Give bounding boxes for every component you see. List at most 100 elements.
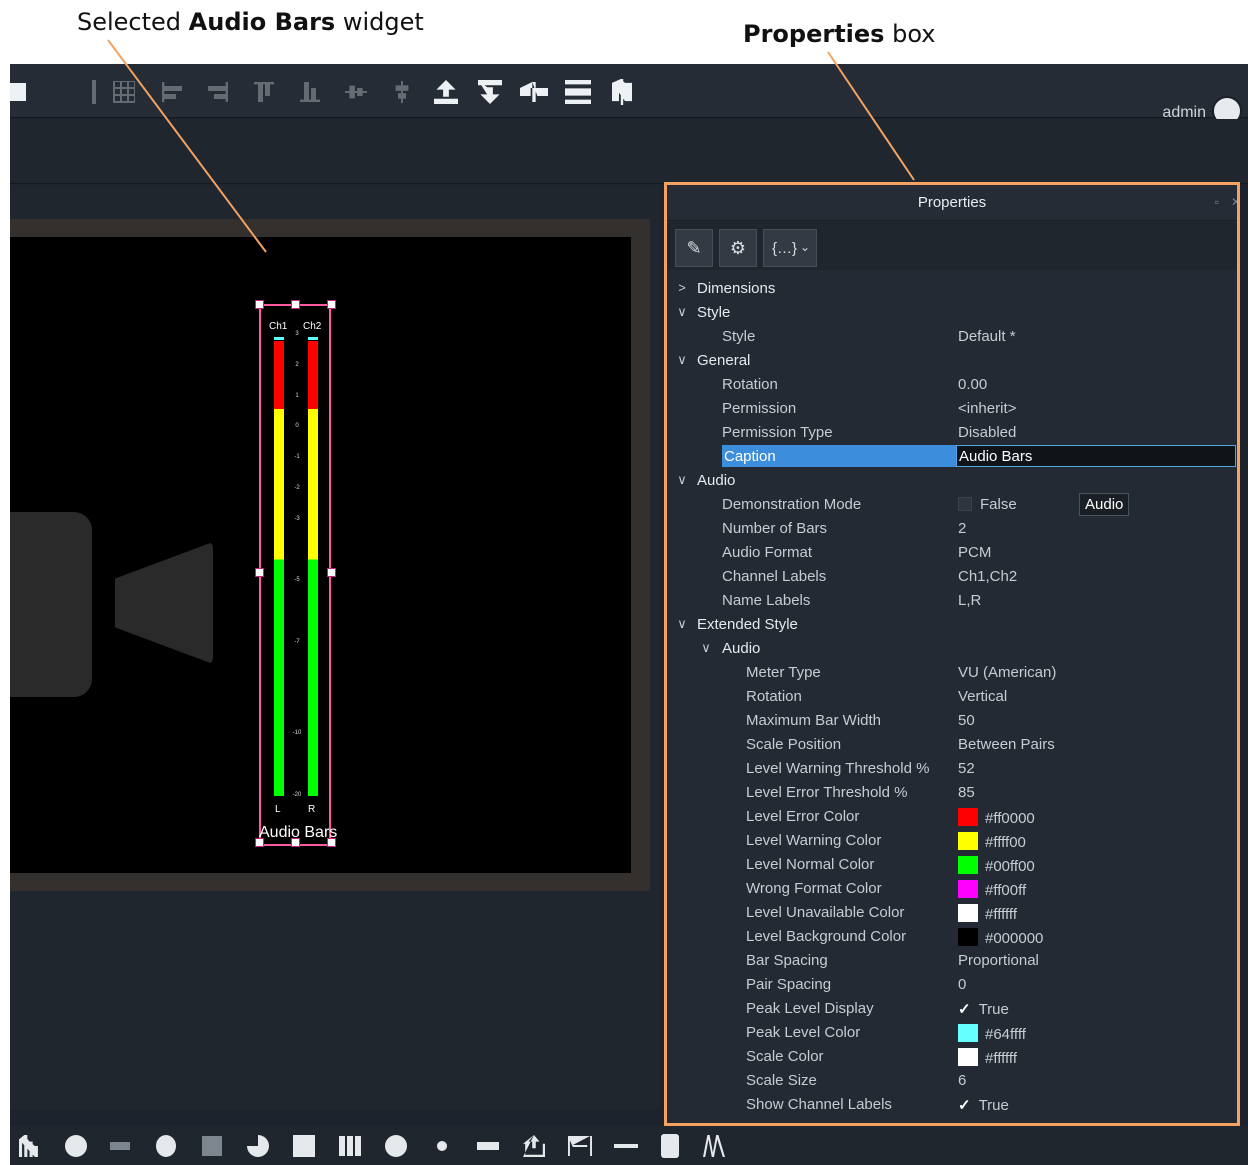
edit-properties-icon[interactable]: ✎ [675, 229, 713, 267]
timer-icon[interactable] [152, 1132, 180, 1160]
space-evenly-icon[interactable] [606, 76, 638, 108]
property-row[interactable]: Scale Position Between Pairs [667, 733, 1237, 757]
property-group-row[interactable]: ∨ General [667, 349, 1237, 373]
property-row[interactable]: Level Warning Color #ffff00 [667, 829, 1237, 853]
property-row[interactable]: Channel Labels Ch1,Ch2 [667, 565, 1237, 589]
property-value[interactable]: #ff0000 [958, 808, 1035, 827]
property-row[interactable]: Level Unavailable Color #ffffff [667, 901, 1237, 925]
waveform-icon[interactable] [700, 1132, 728, 1160]
property-value[interactable]: 6 [958, 1072, 966, 1089]
property-value[interactable]: #ffffff [958, 904, 1017, 923]
grid-icon[interactable] [108, 76, 140, 108]
speaker-icon[interactable] [656, 1132, 684, 1160]
property-row[interactable]: Level Error Threshold % 85 [667, 781, 1237, 805]
chevron-down-icon[interactable]: ∨ [699, 640, 713, 656]
align-left-icon[interactable] [156, 76, 188, 108]
align-middle-icon[interactable] [340, 76, 372, 108]
property-value[interactable]: Disabled [958, 424, 1016, 441]
property-value[interactable]: 0.00 [958, 376, 987, 393]
property-row[interactable]: Bar Spacing Proportional [667, 949, 1237, 973]
resize-handle-right[interactable] [327, 568, 336, 577]
property-row[interactable]: Permission <inherit> [667, 397, 1237, 421]
property-value[interactable]: ✓ True [958, 1096, 1009, 1114]
property-value[interactable]: #00ff00 [958, 856, 1035, 875]
property-value[interactable]: <inherit> [958, 400, 1016, 417]
resize-handle-top-right[interactable] [327, 300, 336, 309]
chevron-right-icon[interactable]: > [675, 280, 689, 295]
property-group-row[interactable]: > Dimensions [667, 277, 1237, 301]
property-value[interactable]: #ffff00 [958, 832, 1026, 851]
undock-icon[interactable]: ▫ [1215, 195, 1219, 209]
pie-chart-icon[interactable] [244, 1132, 272, 1160]
property-value[interactable]: VU (American) [958, 664, 1056, 681]
property-row[interactable]: Caption Audio Bars [667, 445, 1237, 469]
clock-icon[interactable] [62, 1132, 90, 1160]
property-row[interactable]: Name Labels L,R [667, 589, 1237, 613]
property-row[interactable]: Scale Size 6 [667, 1069, 1237, 1093]
property-value[interactable]: Between Pairs [958, 736, 1055, 753]
property-value[interactable]: PCM [958, 544, 991, 561]
counter-icon[interactable] [106, 1132, 134, 1160]
property-value[interactable]: Default * [958, 328, 1016, 345]
property-value[interactable]: 85 [958, 784, 975, 801]
color-swatch-icon[interactable] [958, 832, 978, 850]
property-row[interactable]: Level Background Color #000000 [667, 925, 1237, 949]
property-value[interactable]: #64ffff [958, 1024, 1026, 1043]
property-row[interactable]: Scale Color #ffffff [667, 1045, 1237, 1069]
property-row[interactable]: Audio Format PCM [667, 541, 1237, 565]
color-swatch-icon[interactable] [958, 928, 978, 946]
upload-panel-icon[interactable] [520, 1132, 548, 1160]
canvas[interactable]: Ch1 Ch2 3 2 1 0 -1 -2 -3 -5 -7 -10 -20 L… [10, 237, 631, 873]
property-row[interactable]: Style Default * [667, 325, 1237, 349]
property-value[interactable]: Vertical [958, 688, 1007, 705]
property-row[interactable]: Rotation Vertical [667, 685, 1237, 709]
color-swatch-icon[interactable] [958, 1024, 978, 1042]
property-row[interactable]: Show Channel Labels ✓ True [667, 1093, 1237, 1117]
width-arrows-icon[interactable] [566, 1132, 594, 1160]
align-center-icon[interactable] [386, 76, 418, 108]
checkbox-unchecked-icon[interactable] [958, 497, 972, 511]
caption-input[interactable]: Audio Bars [956, 445, 1236, 467]
property-value[interactable]: 2 [958, 520, 966, 537]
slider-icon[interactable] [474, 1132, 502, 1160]
property-value[interactable]: ✓ True [958, 1000, 1009, 1018]
align-top-icon[interactable] [248, 76, 280, 108]
script-dropdown-button[interactable]: {…} ⌄ [763, 229, 817, 267]
grid-layout-icon[interactable] [336, 1132, 364, 1160]
resize-handle-top-left[interactable] [255, 300, 264, 309]
chevron-down-icon[interactable]: ∨ [675, 616, 689, 632]
bring-to-front-icon[interactable] [430, 76, 462, 108]
distribute-horizontal-icon[interactable] [518, 76, 550, 108]
property-value[interactable]: False [958, 496, 1017, 513]
property-group-row[interactable]: ∨ Audio [667, 469, 1237, 493]
image-icon[interactable] [290, 1132, 318, 1160]
divider-line-icon[interactable] [612, 1132, 640, 1160]
property-row[interactable]: Level Normal Color #00ff00 [667, 853, 1237, 877]
settings-gear-icon[interactable]: ⚙ [719, 229, 757, 267]
property-row[interactable]: Permission Type Disabled [667, 421, 1237, 445]
property-row[interactable]: Meter Type VU (American) [667, 661, 1237, 685]
dot-icon[interactable] [428, 1132, 456, 1160]
property-value[interactable]: Ch1,Ch2 [958, 568, 1017, 585]
property-row[interactable]: Pair Spacing 0 [667, 973, 1237, 997]
property-row[interactable]: Maximum Bar Width 50 [667, 709, 1237, 733]
color-swatch-icon[interactable] [958, 880, 978, 898]
property-row[interactable]: Level Warning Threshold % 52 [667, 757, 1237, 781]
property-row[interactable]: Rotation 0.00 [667, 373, 1237, 397]
align-right-icon[interactable] [202, 76, 234, 108]
send-to-back-icon[interactable] [474, 76, 506, 108]
color-swatch-icon[interactable] [958, 904, 978, 922]
property-row[interactable]: Wrong Format Color #ff00ff [667, 877, 1237, 901]
property-value[interactable]: L,R [958, 592, 981, 609]
property-value[interactable]: #000000 [958, 928, 1043, 947]
property-value[interactable]: 50 [958, 712, 975, 729]
property-group-row[interactable]: ∨ Audio [667, 637, 1237, 661]
property-row[interactable]: Level Error Color #ff0000 [667, 805, 1237, 829]
color-swatch-icon[interactable] [958, 808, 978, 826]
checkmark-icon[interactable]: ✓ [958, 1001, 971, 1018]
property-value[interactable]: 0 [958, 976, 966, 993]
distribute-vertical-icon[interactable] [562, 76, 594, 108]
property-group-row[interactable]: ∨ Extended Style [667, 613, 1237, 637]
property-row[interactable]: Peak Level Color #64ffff [667, 1021, 1237, 1045]
color-swatch-icon[interactable] [958, 1048, 978, 1066]
